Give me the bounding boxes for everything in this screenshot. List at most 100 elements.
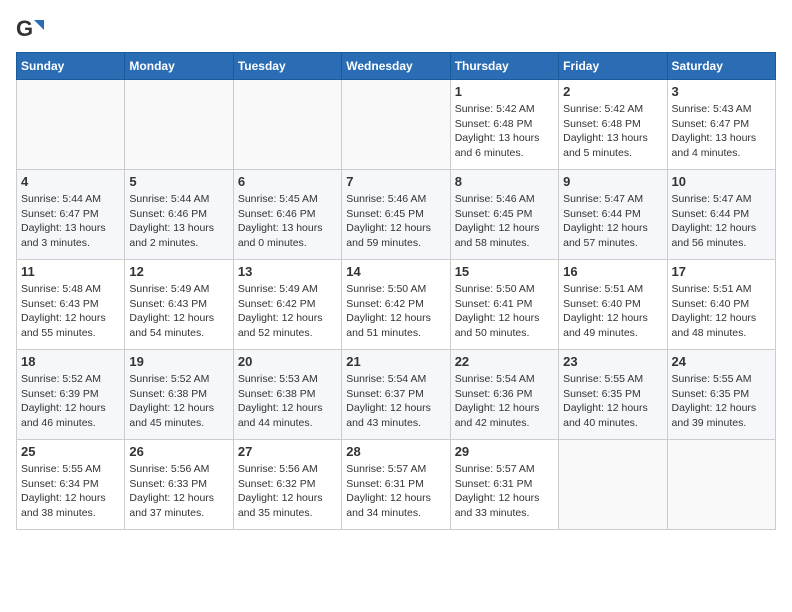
calendar-cell: 18 Sunrise: 5:52 AM Sunset: 6:39 PM Dayli…: [17, 350, 125, 440]
calendar-cell: 16 Sunrise: 5:51 AM Sunset: 6:40 PM Dayli…: [559, 260, 667, 350]
day-number: 17: [672, 264, 771, 279]
calendar-week-row: 18 Sunrise: 5:52 AM Sunset: 6:39 PM Dayli…: [17, 350, 776, 440]
day-number: 8: [455, 174, 554, 189]
calendar-cell: 21Sunrise: 5:54 AM Sunset: 6:37 PM Dayli…: [342, 350, 450, 440]
day-number: 19: [129, 354, 228, 369]
calendar-cell: 1 Sunrise: 5:42 AM Sunset: 6:48 PM Daylig…: [450, 80, 558, 170]
calendar-cell: 15 Sunrise: 5:50 AM Sunset: 6:41 PM Dayli…: [450, 260, 558, 350]
calendar-cell: 24 Sunrise: 5:55 AM Sunset: 6:35 PM Dayli…: [667, 350, 775, 440]
calendar-cell: 25 Sunrise: 5:55 AM Sunset: 6:34 PM Dayli…: [17, 440, 125, 530]
day-number: 21: [346, 354, 445, 369]
day-info: Sunrise: 5:50 AM Sunset: 6:41 PM Dayligh…: [455, 282, 554, 341]
calendar-week-row: 4Sunrise: 5:44 AM Sunset: 6:47 PM Daylig…: [17, 170, 776, 260]
svg-text:G: G: [16, 16, 33, 41]
weekday-header-saturday: Saturday: [667, 53, 775, 80]
calendar-cell: 29 Sunrise: 5:57 AM Sunset: 6:31 PM Dayli…: [450, 440, 558, 530]
weekday-header-wednesday: Wednesday: [342, 53, 450, 80]
calendar-header-row: SundayMondayTuesdayWednesdayThursdayFrid…: [17, 53, 776, 80]
day-info: Sunrise: 5:50 AM Sunset: 6:42 PM Dayligh…: [346, 282, 445, 341]
calendar-week-row: 25 Sunrise: 5:55 AM Sunset: 6:34 PM Dayli…: [17, 440, 776, 530]
calendar-cell: 6 Sunrise: 5:45 AM Sunset: 6:46 PM Daylig…: [233, 170, 341, 260]
calendar-cell: 22Sunrise: 5:54 AM Sunset: 6:36 PM Dayli…: [450, 350, 558, 440]
calendar-cell: 12Sunrise: 5:49 AM Sunset: 6:43 PM Dayli…: [125, 260, 233, 350]
day-number: 10: [672, 174, 771, 189]
logo-icon: G: [16, 16, 44, 44]
day-number: 3: [672, 84, 771, 99]
day-number: 4: [21, 174, 120, 189]
calendar-cell: 11 Sunrise: 5:48 AM Sunset: 6:43 PM Dayli…: [17, 260, 125, 350]
day-info: Sunrise: 5:56 AM Sunset: 6:33 PM Dayligh…: [129, 462, 228, 521]
day-info: Sunrise: 5:48 AM Sunset: 6:43 PM Dayligh…: [21, 282, 120, 341]
day-number: 6: [238, 174, 337, 189]
day-number: 2: [563, 84, 662, 99]
calendar-cell: 3 Sunrise: 5:43 AM Sunset: 6:47 PM Daylig…: [667, 80, 775, 170]
calendar-cell: 2 Sunrise: 5:42 AM Sunset: 6:48 PM Daylig…: [559, 80, 667, 170]
calendar-cell: 10 Sunrise: 5:47 AM Sunset: 6:44 PM Dayli…: [667, 170, 775, 260]
calendar-cell: 4Sunrise: 5:44 AM Sunset: 6:47 PM Daylig…: [17, 170, 125, 260]
calendar-cell: 28 Sunrise: 5:57 AM Sunset: 6:31 PM Dayli…: [342, 440, 450, 530]
day-number: 15: [455, 264, 554, 279]
calendar-table: SundayMondayTuesdayWednesdayThursdayFrid…: [16, 52, 776, 530]
day-number: 11: [21, 264, 120, 279]
day-info: Sunrise: 5:52 AM Sunset: 6:39 PM Dayligh…: [21, 372, 120, 431]
day-number: 14: [346, 264, 445, 279]
weekday-header-tuesday: Tuesday: [233, 53, 341, 80]
calendar-cell: 17 Sunrise: 5:51 AM Sunset: 6:40 PM Dayli…: [667, 260, 775, 350]
day-info: Sunrise: 5:57 AM Sunset: 6:31 PM Dayligh…: [346, 462, 445, 521]
day-info: Sunrise: 5:46 AM Sunset: 6:45 PM Dayligh…: [346, 192, 445, 251]
day-info: Sunrise: 5:44 AM Sunset: 6:46 PM Dayligh…: [129, 192, 228, 251]
day-info: Sunrise: 5:45 AM Sunset: 6:46 PM Dayligh…: [238, 192, 337, 251]
day-info: Sunrise: 5:47 AM Sunset: 6:44 PM Dayligh…: [672, 192, 771, 251]
day-info: Sunrise: 5:47 AM Sunset: 6:44 PM Dayligh…: [563, 192, 662, 251]
calendar-cell: 27Sunrise: 5:56 AM Sunset: 6:32 PM Dayli…: [233, 440, 341, 530]
day-number: 26: [129, 444, 228, 459]
calendar-cell: [233, 80, 341, 170]
calendar-cell: 19 Sunrise: 5:52 AM Sunset: 6:38 PM Dayli…: [125, 350, 233, 440]
day-number: 9: [563, 174, 662, 189]
day-number: 16: [563, 264, 662, 279]
day-info: Sunrise: 5:56 AM Sunset: 6:32 PM Dayligh…: [238, 462, 337, 521]
calendar-cell: 23 Sunrise: 5:55 AM Sunset: 6:35 PM Dayli…: [559, 350, 667, 440]
day-info: Sunrise: 5:53 AM Sunset: 6:38 PM Dayligh…: [238, 372, 337, 431]
day-info: Sunrise: 5:51 AM Sunset: 6:40 PM Dayligh…: [563, 282, 662, 341]
day-number: 5: [129, 174, 228, 189]
calendar-cell: 26 Sunrise: 5:56 AM Sunset: 6:33 PM Dayli…: [125, 440, 233, 530]
day-number: 18: [21, 354, 120, 369]
day-info: Sunrise: 5:42 AM Sunset: 6:48 PM Dayligh…: [455, 102, 554, 161]
day-number: 20: [238, 354, 337, 369]
calendar-cell: [342, 80, 450, 170]
day-info: Sunrise: 5:57 AM Sunset: 6:31 PM Dayligh…: [455, 462, 554, 521]
weekday-header-monday: Monday: [125, 53, 233, 80]
day-info: Sunrise: 5:43 AM Sunset: 6:47 PM Dayligh…: [672, 102, 771, 161]
day-number: 23: [563, 354, 662, 369]
weekday-header-friday: Friday: [559, 53, 667, 80]
logo: G: [16, 16, 48, 44]
day-number: 7: [346, 174, 445, 189]
header: G: [16, 16, 776, 44]
calendar-cell: 5 Sunrise: 5:44 AM Sunset: 6:46 PM Daylig…: [125, 170, 233, 260]
weekday-header-thursday: Thursday: [450, 53, 558, 80]
calendar-cell: 20 Sunrise: 5:53 AM Sunset: 6:38 PM Dayli…: [233, 350, 341, 440]
calendar-cell: [667, 440, 775, 530]
calendar-cell: 7 Sunrise: 5:46 AM Sunset: 6:45 PM Daylig…: [342, 170, 450, 260]
day-info: Sunrise: 5:55 AM Sunset: 6:35 PM Dayligh…: [672, 372, 771, 431]
calendar-cell: 8 Sunrise: 5:46 AM Sunset: 6:45 PM Daylig…: [450, 170, 558, 260]
day-info: Sunrise: 5:54 AM Sunset: 6:36 PM Dayligh…: [455, 372, 554, 431]
day-info: Sunrise: 5:51 AM Sunset: 6:40 PM Dayligh…: [672, 282, 771, 341]
day-info: Sunrise: 5:52 AM Sunset: 6:38 PM Dayligh…: [129, 372, 228, 431]
day-number: 24: [672, 354, 771, 369]
day-number: 13: [238, 264, 337, 279]
calendar-cell: [17, 80, 125, 170]
calendar-week-row: 1 Sunrise: 5:42 AM Sunset: 6:48 PM Daylig…: [17, 80, 776, 170]
day-number: 1: [455, 84, 554, 99]
calendar-cell: 13Sunrise: 5:49 AM Sunset: 6:42 PM Dayli…: [233, 260, 341, 350]
day-info: Sunrise: 5:46 AM Sunset: 6:45 PM Dayligh…: [455, 192, 554, 251]
day-number: 25: [21, 444, 120, 459]
day-info: Sunrise: 5:55 AM Sunset: 6:35 PM Dayligh…: [563, 372, 662, 431]
day-number: 28: [346, 444, 445, 459]
day-number: 29: [455, 444, 554, 459]
day-info: Sunrise: 5:42 AM Sunset: 6:48 PM Dayligh…: [563, 102, 662, 161]
day-number: 12: [129, 264, 228, 279]
calendar-cell: 9 Sunrise: 5:47 AM Sunset: 6:44 PM Daylig…: [559, 170, 667, 260]
day-info: Sunrise: 5:55 AM Sunset: 6:34 PM Dayligh…: [21, 462, 120, 521]
